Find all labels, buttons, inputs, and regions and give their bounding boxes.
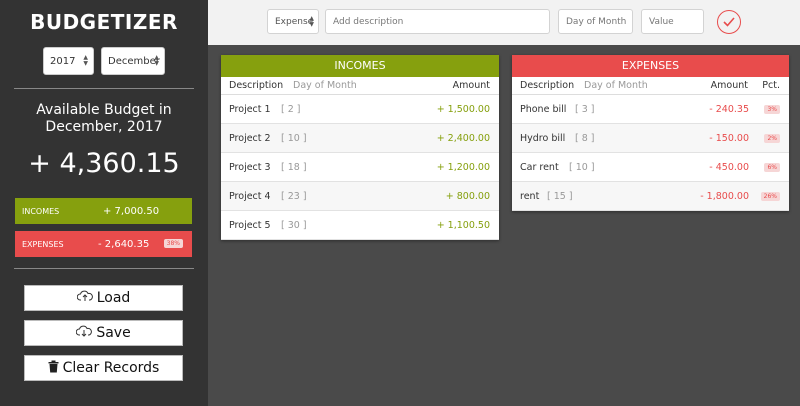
income-amount: + 2,400.00	[436, 133, 490, 144]
expense-description: Phone bill	[520, 104, 567, 115]
expense-amount: - 450.00	[709, 162, 749, 173]
expense-row[interactable]: Car rent [ 10 ] - 450.00 6%	[512, 153, 789, 182]
description-input[interactable]: Add description	[325, 9, 550, 34]
income-row[interactable]: Project 3 [ 18 ] + 1,200.00	[221, 153, 499, 182]
entry-toolbar: Expense ▲ ▼ Add description Day of Month …	[208, 0, 800, 45]
expense-description: rent	[520, 191, 540, 202]
incomes-panel: INCOMES Description Day of Month Amount …	[221, 55, 499, 240]
year-select-value: 2017	[50, 55, 76, 67]
expense-description: Car rent	[520, 162, 559, 173]
month-select[interactable]: December ▲ ▼	[101, 47, 165, 75]
description-placeholder: Add description	[333, 16, 404, 27]
income-row[interactable]: Project 2 [ 10 ] + 2,400.00	[221, 124, 499, 153]
divider	[14, 268, 194, 269]
save-button-label: Save	[96, 325, 131, 341]
check-circle-icon[interactable]	[717, 10, 741, 34]
expenses-panel: EXPENSES Description Day of Month Amount…	[512, 55, 789, 211]
column-description: Description	[229, 80, 284, 91]
expenses-column-headers: Description Day of Month Amount Pct.	[512, 77, 789, 95]
expense-row[interactable]: rent [ 15 ] - 1,800.00 26%	[512, 182, 789, 211]
incomes-title: INCOMES	[221, 55, 499, 77]
available-total: + 4,360.15	[28, 148, 180, 179]
income-row[interactable]: Project 4 [ 23 ] + 800.00	[221, 182, 499, 211]
load-button[interactable]: Load	[24, 285, 183, 311]
income-amount: + 1,200.00	[436, 162, 490, 173]
income-day: [ 23 ]	[281, 191, 307, 202]
year-select[interactable]: 2017 ▲ ▼	[43, 47, 94, 75]
expense-summary-label: EXPENSES	[22, 239, 64, 249]
load-button-label: Load	[96, 290, 131, 306]
column-amount: Amount	[710, 80, 748, 91]
clear-records-label: Clear Records	[62, 360, 160, 376]
expense-description: Hydro bill	[520, 133, 566, 144]
select-arrows-icon: ▲ ▼	[309, 15, 314, 28]
income-summary-value: + 7,000.50	[103, 205, 160, 217]
trash-icon	[48, 360, 59, 377]
available-period: December, 2017	[45, 119, 163, 135]
expense-percentage-badge: 6%	[764, 163, 780, 172]
income-row[interactable]: Project 1 [ 2 ] + 1,500.00	[221, 95, 499, 124]
expense-row[interactable]: Hydro bill [ 8 ] - 150.00 2%	[512, 124, 789, 153]
income-summary-label: INCOMES	[22, 206, 60, 216]
income-description: Project 1	[229, 104, 271, 115]
expense-percentage-badge: 2%	[764, 134, 780, 143]
income-description: Project 2	[229, 133, 271, 144]
day-of-month-input[interactable]: Day of Month	[558, 9, 633, 34]
clear-records-button[interactable]: Clear Records	[24, 355, 183, 381]
income-summary-bar: INCOMES + 7,000.50	[15, 198, 192, 224]
column-day: Day of Month	[293, 80, 357, 91]
available-label: Available Budget in	[36, 102, 172, 118]
sidebar: BUDGETIZER 2017 ▲ ▼ December ▲ ▼ Available…	[0, 0, 208, 406]
value-input[interactable]: Value	[641, 9, 704, 34]
expense-row[interactable]: Phone bill [ 3 ] - 240.35 3%	[512, 95, 789, 124]
column-description: Description	[520, 80, 575, 91]
cloud-download-icon	[76, 325, 93, 341]
entry-type-value: Expense	[275, 16, 314, 27]
value-placeholder: Value	[649, 16, 674, 27]
incomes-column-headers: Description Day of Month Amount	[221, 77, 499, 95]
entry-type-select[interactable]: Expense ▲ ▼	[267, 9, 319, 34]
expense-day: [ 15 ]	[547, 191, 573, 202]
available-budget-heading: Available Budget in December, 2017	[0, 102, 208, 136]
expense-summary-bar: EXPENSES - 2,640.35 38%	[15, 231, 192, 257]
column-pct: Pct.	[762, 80, 780, 91]
column-day: Day of Month	[584, 80, 648, 91]
app-logo: BUDGETIZER	[30, 10, 178, 34]
income-day: [ 2 ]	[281, 104, 301, 115]
select-arrows-icon: ▲ ▼	[154, 54, 159, 67]
expense-amount: - 240.35	[709, 104, 749, 115]
income-day: [ 10 ]	[281, 133, 307, 144]
expenses-title: EXPENSES	[512, 55, 789, 77]
day-placeholder: Day of Month	[566, 16, 627, 27]
income-amount: + 800.00	[445, 191, 490, 202]
expense-summary-value: - 2,640.35	[98, 238, 150, 250]
income-amount: + 1,100.50	[436, 220, 490, 231]
save-button[interactable]: Save	[24, 320, 183, 346]
cloud-upload-icon	[76, 290, 93, 306]
expense-percentage-badge: 38%	[163, 239, 183, 248]
expense-percentage-badge: 26%	[760, 192, 780, 201]
expense-amount: - 1,800.00	[700, 191, 749, 202]
expense-percentage-badge: 3%	[764, 105, 780, 114]
income-amount: + 1,500.00	[436, 104, 490, 115]
column-amount: Amount	[452, 80, 490, 91]
income-day: [ 30 ]	[281, 220, 307, 231]
expense-day: [ 3 ]	[575, 104, 595, 115]
divider	[14, 88, 194, 89]
income-description: Project 5	[229, 220, 271, 231]
expense-day: [ 8 ]	[575, 133, 595, 144]
select-arrows-icon: ▲ ▼	[83, 54, 88, 67]
income-day: [ 18 ]	[281, 162, 307, 173]
expense-amount: - 150.00	[709, 133, 749, 144]
income-row[interactable]: Project 5 [ 30 ] + 1,100.50	[221, 211, 499, 240]
expense-day: [ 10 ]	[569, 162, 595, 173]
month-select-value: December	[108, 55, 160, 67]
income-description: Project 4	[229, 191, 271, 202]
income-description: Project 3	[229, 162, 271, 173]
